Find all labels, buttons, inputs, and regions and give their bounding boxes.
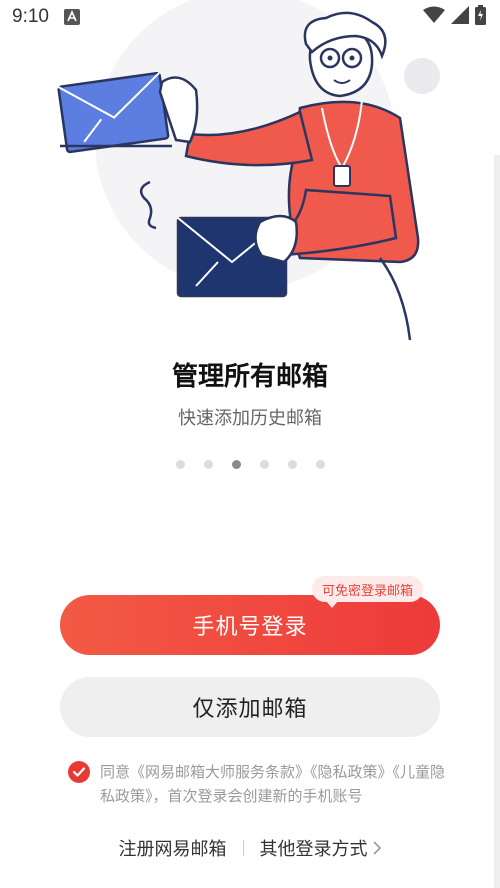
page-indicator <box>0 460 500 469</box>
agreement-text[interactable]: 同意《网易邮箱大师服务条款》《隐私政策》《儿童隐私政策》，首次登录会创建新的手机… <box>100 760 445 808</box>
chevron-right-icon <box>372 841 381 855</box>
other-login-label: 其他登录方式 <box>259 839 368 860</box>
page-dot-2[interactable] <box>203 460 213 469</box>
onboarding-illustration <box>0 0 500 340</box>
footer-links: 注册网易邮箱 其他登录方式 <box>0 835 500 861</box>
passwordless-tip-badge: 可免密登录邮箱 <box>312 576 424 608</box>
register-netease-mail-link[interactable]: 注册网易邮箱 <box>119 835 227 861</box>
page-dot-4[interactable] <box>259 460 269 469</box>
onboarding-subtitle: 快速添加历史邮箱 <box>178 408 322 429</box>
checkmark-icon <box>72 767 86 777</box>
register-link-label: 注册网易邮箱 <box>118 839 227 860</box>
phone-login-button[interactable]: 手机号登录 <box>60 595 440 655</box>
add-mailbox-only-button[interactable]: 仅添加邮箱 <box>60 677 440 737</box>
other-login-methods-link[interactable]: 其他登录方式 <box>260 835 382 861</box>
page-dot-5[interactable] <box>287 460 297 469</box>
footer-divider <box>242 840 244 856</box>
onboarding-title: 管理所有邮箱 <box>171 362 328 392</box>
page-dot-6[interactable] <box>315 460 325 469</box>
page-dot-3-active[interactable] <box>231 460 241 469</box>
page-dot-1[interactable] <box>175 460 185 469</box>
agreement-checkbox[interactable] <box>68 761 90 783</box>
